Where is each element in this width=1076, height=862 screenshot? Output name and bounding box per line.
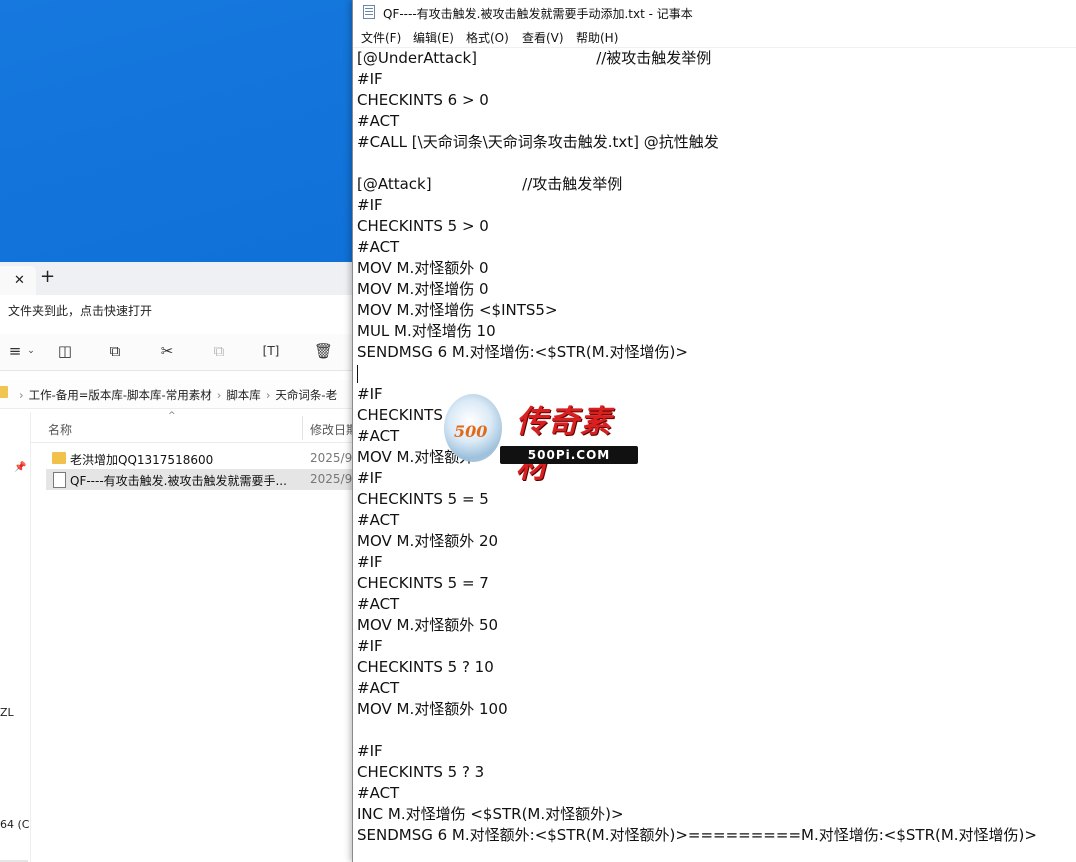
chevron-right-icon: › xyxy=(265,388,271,402)
file-explorer-window: ✕ + 文件夹到此，点击快速打开 ≡ ⌄ ◫ ⧉ ✂ ⧉ [T] 🗑 › 工作-备… xyxy=(0,262,354,862)
text-line[interactable]: #ACT xyxy=(357,594,1073,615)
logo-url: 500Pi.COM xyxy=(500,446,638,464)
delete-icon[interactable]: 🗑 xyxy=(314,342,333,360)
file-date: 2025/9 xyxy=(310,451,353,465)
text-line[interactable]: MOV M.对怪增伤 0 xyxy=(357,279,1073,300)
text-line[interactable]: CHECKINTS 5 ? 3 xyxy=(357,762,1073,783)
text-line[interactable]: MOV M.对怪额外 0 xyxy=(357,258,1073,279)
text-line[interactable]: #ACT xyxy=(357,237,1073,258)
explorer-tab[interactable]: ✕ xyxy=(0,266,36,295)
list-item[interactable]: QF----有攻击触发.被攻击触发就需要手... 2025/9 xyxy=(46,469,354,490)
text-line[interactable]: CHECKINTS 5 > 0 xyxy=(357,216,1073,237)
nav-item-drive[interactable]: 64 (C xyxy=(0,818,29,831)
text-line[interactable]: MOV M.对怪额外 20 xyxy=(357,531,1073,552)
text-line[interactable]: CHECKINTS 5 = 7 xyxy=(357,573,1073,594)
quick-access-hint: 文件夹到此，点击快速打开 xyxy=(8,304,153,318)
breadcrumb: › 工作-备用=版本库-脚本库-常用素材 › 脚本库 › 天命词条-老 xyxy=(14,387,337,403)
text-line[interactable]: #ACT xyxy=(357,111,1073,132)
text-line[interactable]: #ACT xyxy=(357,510,1073,531)
menu-edit[interactable]: 编辑(E) xyxy=(413,29,454,46)
menu-help[interactable]: 帮助(H) xyxy=(576,29,618,46)
column-header: ^ 名称 修改日期 xyxy=(30,411,354,443)
text-line[interactable]: [@Attack] //攻击触发举例 xyxy=(357,174,1073,195)
breadcrumb-item[interactable]: 天命词条-老 xyxy=(275,388,337,402)
text-caret xyxy=(357,364,358,383)
text-line[interactable]: #ACT xyxy=(357,678,1073,699)
text-line[interactable]: #IF xyxy=(357,636,1073,657)
copy-icon[interactable]: ⧉ xyxy=(106,342,124,360)
text-line[interactable] xyxy=(357,720,1073,741)
text-line[interactable]: #IF xyxy=(357,195,1073,216)
rename-icon[interactable]: [T] xyxy=(262,342,280,360)
text-line[interactable]: CHECKINTS 5 ? 10 xyxy=(357,657,1073,678)
column-name[interactable]: 名称 xyxy=(48,421,72,438)
text-line[interactable]: MOV M.对怪额外 100 xyxy=(357,699,1073,720)
watermark-logo: 500 传奇素材 500Pi.COM xyxy=(442,392,642,485)
pin-icon[interactable]: 📌 xyxy=(14,462,26,473)
paste-icon[interactable]: ⧉ xyxy=(210,342,228,360)
notepad-icon xyxy=(363,5,375,19)
text-line[interactable] xyxy=(357,363,1073,384)
chevron-down-icon[interactable]: ⌄ xyxy=(22,342,40,360)
list-item[interactable]: 老洪增加QQ1317518600 2025/9 xyxy=(46,448,354,469)
column-date[interactable]: 修改日期 xyxy=(310,421,354,438)
text-line[interactable]: MUL M.对怪增伤 10 xyxy=(357,321,1073,342)
menu-file[interactable]: 文件(F) xyxy=(361,29,401,46)
explorer-tab-bar: ✕ + xyxy=(0,262,354,295)
column-divider[interactable] xyxy=(302,416,303,440)
details-pane-icon[interactable]: ◫ xyxy=(56,342,74,360)
navigation-pane: 📌 ZL 64 (C xyxy=(0,412,31,862)
text-line[interactable]: #IF xyxy=(357,552,1073,573)
text-file-icon xyxy=(53,472,66,488)
folder-icon xyxy=(52,452,66,464)
text-line[interactable]: MOV M.对怪增伤 <$INTS5> xyxy=(357,300,1073,321)
text-line[interactable]: #ACT xyxy=(357,783,1073,804)
text-line[interactable]: [@UnderAttack] //被攻击触发举例 xyxy=(357,48,1073,69)
explorer-toolbar: ≡ ⌄ ◫ ⧉ ✂ ⧉ [T] 🗑 xyxy=(0,334,354,371)
text-line[interactable]: SENDMSG 6 M.对怪增伤:<$STR(M.对怪增伤)> xyxy=(357,342,1073,363)
text-line[interactable]: #IF xyxy=(357,69,1073,90)
logo-text: 传奇素材 xyxy=(516,404,612,485)
window-title: QF----有攻击触发.被攻击触发就需要手动添加.txt - 记事本 xyxy=(383,7,693,21)
nav-item-zl[interactable]: ZL xyxy=(0,706,14,719)
menu-bar: 文件(F) 编辑(E) 格式(O) 查看(V) 帮助(H) xyxy=(353,25,1076,48)
text-line[interactable]: CHECKINTS 6 > 0 xyxy=(357,90,1073,111)
text-line[interactable]: #IF xyxy=(357,741,1073,762)
menu-view[interactable]: 查看(V) xyxy=(522,29,564,46)
file-date: 2025/9 xyxy=(310,472,353,486)
breadcrumb-item[interactable]: 工作-备用=版本库-脚本库-常用素材 xyxy=(29,388,212,402)
new-tab-icon[interactable]: + xyxy=(40,268,55,286)
text-line[interactable]: SENDMSG 6 M.对怪额外:<$STR(M.对怪额外)>=========… xyxy=(357,825,1073,846)
title-bar[interactable]: QF----有攻击触发.被攻击触发就需要手动添加.txt - 记事本 xyxy=(353,0,1076,25)
text-line[interactable]: CHECKINTS 5 = 5 xyxy=(357,489,1073,510)
text-line[interactable]: #CALL [\天命词条\天命词条攻击触发.txt] @抗性触发 xyxy=(357,132,1073,153)
cut-icon[interactable]: ✂ xyxy=(158,342,176,360)
breadcrumb-item[interactable]: 脚本库 xyxy=(226,388,261,402)
chevron-right-icon: › xyxy=(19,388,24,402)
file-name: 老洪增加QQ1317518600 xyxy=(70,453,214,467)
text-line[interactable] xyxy=(357,153,1073,174)
close-icon[interactable]: ✕ xyxy=(14,273,25,288)
text-line[interactable]: MOV M.对怪额外 50 xyxy=(357,615,1073,636)
text-line[interactable]: INC M.对怪增伤 <$STR(M.对怪额外)> xyxy=(357,804,1073,825)
logo-number: 500 xyxy=(454,422,488,441)
sort-up-icon: ^ xyxy=(168,411,176,421)
folder-icon xyxy=(0,386,8,398)
menu-format[interactable]: 格式(O) xyxy=(466,29,509,46)
file-name: QF----有攻击触发.被攻击触发就需要手... xyxy=(70,474,287,488)
address-bar[interactable]: › 工作-备用=版本库-脚本库-常用素材 › 脚本库 › 天命词条-老 xyxy=(0,380,354,409)
chevron-right-icon: › xyxy=(216,388,222,402)
